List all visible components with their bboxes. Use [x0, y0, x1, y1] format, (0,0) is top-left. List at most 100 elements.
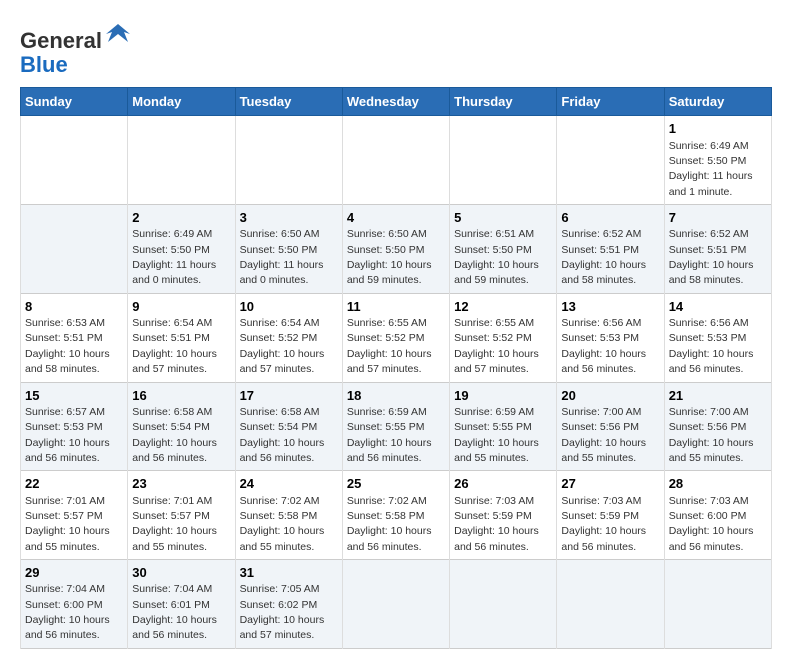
day-number: 27 — [561, 475, 659, 493]
calendar-cell: 19Sunrise: 6:59 AMSunset: 5:55 PMDayligh… — [450, 382, 557, 471]
day-number: 17 — [240, 387, 338, 405]
day-number: 14 — [669, 298, 767, 316]
day-info: Sunrise: 7:01 AMSunset: 5:57 PMDaylight:… — [132, 495, 217, 553]
day-number: 28 — [669, 475, 767, 493]
calendar-cell: 1Sunrise: 6:49 AMSunset: 5:50 PMDaylight… — [664, 116, 771, 205]
calendar-cell: 6Sunrise: 6:52 AMSunset: 5:51 PMDaylight… — [557, 205, 664, 294]
calendar-cell: 9Sunrise: 6:54 AMSunset: 5:51 PMDaylight… — [128, 293, 235, 382]
calendar-cell — [557, 560, 664, 649]
calendar-cell: 4Sunrise: 6:50 AMSunset: 5:50 PMDaylight… — [342, 205, 449, 294]
day-info: Sunrise: 7:00 AMSunset: 5:56 PMDaylight:… — [561, 406, 646, 464]
logo-bird-icon — [104, 20, 132, 48]
day-info: Sunrise: 6:59 AMSunset: 5:55 PMDaylight:… — [454, 406, 539, 464]
day-number: 24 — [240, 475, 338, 493]
day-info: Sunrise: 7:02 AMSunset: 5:58 PMDaylight:… — [240, 495, 325, 553]
day-info: Sunrise: 6:50 AMSunset: 5:50 PMDaylight:… — [347, 228, 432, 286]
empty-cell — [21, 116, 128, 205]
day-info: Sunrise: 7:03 AMSunset: 5:59 PMDaylight:… — [454, 495, 539, 553]
header-day-monday: Monday — [128, 88, 235, 116]
day-info: Sunrise: 7:02 AMSunset: 5:58 PMDaylight:… — [347, 495, 432, 553]
calendar-cell: 14Sunrise: 6:56 AMSunset: 5:53 PMDayligh… — [664, 293, 771, 382]
calendar-cell: 29Sunrise: 7:04 AMSunset: 6:00 PMDayligh… — [21, 560, 128, 649]
calendar-cell: 18Sunrise: 6:59 AMSunset: 5:55 PMDayligh… — [342, 382, 449, 471]
calendar-cell: 16Sunrise: 6:58 AMSunset: 5:54 PMDayligh… — [128, 382, 235, 471]
day-number: 7 — [669, 209, 767, 227]
day-number: 31 — [240, 564, 338, 582]
day-info: Sunrise: 7:04 AMSunset: 6:01 PMDaylight:… — [132, 583, 217, 641]
logo-general: General — [20, 28, 102, 53]
empty-cell — [450, 116, 557, 205]
header-day-friday: Friday — [557, 88, 664, 116]
day-number: 5 — [454, 209, 552, 227]
empty-cell — [128, 116, 235, 205]
logo: General Blue — [20, 20, 132, 77]
day-number: 21 — [669, 387, 767, 405]
day-number: 25 — [347, 475, 445, 493]
calendar-cell: 11Sunrise: 6:55 AMSunset: 5:52 PMDayligh… — [342, 293, 449, 382]
day-info: Sunrise: 6:52 AMSunset: 5:51 PMDaylight:… — [669, 228, 754, 286]
day-number: 23 — [132, 475, 230, 493]
empty-cell — [557, 116, 664, 205]
calendar-cell: 7Sunrise: 6:52 AMSunset: 5:51 PMDaylight… — [664, 205, 771, 294]
header-day-wednesday: Wednesday — [342, 88, 449, 116]
header-day-tuesday: Tuesday — [235, 88, 342, 116]
day-info: Sunrise: 7:04 AMSunset: 6:00 PMDaylight:… — [25, 583, 110, 641]
day-number: 13 — [561, 298, 659, 316]
header-row: SundayMondayTuesdayWednesdayThursdayFrid… — [21, 88, 772, 116]
calendar-cell: 24 Sunrise: 7:02 AMSunset: 5:58 PMDayligh… — [235, 471, 342, 560]
calendar-cell: 5Sunrise: 6:51 AMSunset: 5:50 PMDaylight… — [450, 205, 557, 294]
day-number: 8 — [25, 298, 123, 316]
header-day-saturday: Saturday — [664, 88, 771, 116]
day-number: 11 — [347, 298, 445, 316]
day-number: 20 — [561, 387, 659, 405]
calendar-cell: 8Sunrise: 6:53 AMSunset: 5:51 PMDaylight… — [21, 293, 128, 382]
day-info: Sunrise: 7:01 AMSunset: 5:57 PMDaylight:… — [25, 495, 110, 553]
calendar-cell: 23 Sunrise: 7:01 AMSunset: 5:57 PMDayligh… — [128, 471, 235, 560]
day-number: 29 — [25, 564, 123, 582]
day-number: 1 — [669, 120, 767, 138]
week-row: 22 Sunrise: 7:01 AMSunset: 5:57 PMDayligh… — [21, 471, 772, 560]
calendar-cell: 13Sunrise: 6:56 AMSunset: 5:53 PMDayligh… — [557, 293, 664, 382]
calendar-cell: 3Sunrise: 6:50 AMSunset: 5:50 PMDaylight… — [235, 205, 342, 294]
header-day-sunday: Sunday — [21, 88, 128, 116]
calendar-cell: 30Sunrise: 7:04 AMSunset: 6:01 PMDayligh… — [128, 560, 235, 649]
day-number: 3 — [240, 209, 338, 227]
day-info: Sunrise: 6:53 AMSunset: 5:51 PMDaylight:… — [25, 317, 110, 375]
calendar-cell: 2Sunrise: 6:49 AMSunset: 5:50 PMDaylight… — [128, 205, 235, 294]
page-header: General Blue — [20, 20, 772, 77]
day-info: Sunrise: 6:59 AMSunset: 5:55 PMDaylight:… — [347, 406, 432, 464]
calendar-cell: 22 Sunrise: 7:01 AMSunset: 5:57 PMDayligh… — [21, 471, 128, 560]
day-number: 9 — [132, 298, 230, 316]
day-number: 22 — [25, 475, 123, 493]
day-info: Sunrise: 6:50 AMSunset: 5:50 PMDaylight:… — [240, 228, 324, 286]
day-info: Sunrise: 6:58 AMSunset: 5:54 PMDaylight:… — [240, 406, 325, 464]
day-info: Sunrise: 6:51 AMSunset: 5:50 PMDaylight:… — [454, 228, 539, 286]
calendar-table: SundayMondayTuesdayWednesdayThursdayFrid… — [20, 87, 772, 649]
calendar-cell: 27Sunrise: 7:03 AMSunset: 5:59 PMDayligh… — [557, 471, 664, 560]
calendar-cell: 20Sunrise: 7:00 AMSunset: 5:56 PMDayligh… — [557, 382, 664, 471]
day-info: Sunrise: 6:49 AMSunset: 5:50 PMDaylight:… — [132, 228, 216, 286]
day-number: 26 — [454, 475, 552, 493]
day-info: Sunrise: 6:56 AMSunset: 5:53 PMDaylight:… — [561, 317, 646, 375]
day-info: Sunrise: 6:54 AMSunset: 5:52 PMDaylight:… — [240, 317, 325, 375]
day-info: Sunrise: 6:57 AMSunset: 5:53 PMDaylight:… — [25, 406, 110, 464]
day-number: 30 — [132, 564, 230, 582]
calendar-cell — [450, 560, 557, 649]
day-info: Sunrise: 7:03 AMSunset: 6:00 PMDaylight:… — [669, 495, 754, 553]
calendar-cell: 12Sunrise: 6:55 AMSunset: 5:52 PMDayligh… — [450, 293, 557, 382]
day-info: Sunrise: 6:55 AMSunset: 5:52 PMDaylight:… — [347, 317, 432, 375]
calendar-cell: 28 Sunrise: 7:03 AMSunset: 6:00 PMDayligh… — [664, 471, 771, 560]
day-number: 10 — [240, 298, 338, 316]
day-info: Sunrise: 6:52 AMSunset: 5:51 PMDaylight:… — [561, 228, 646, 286]
calendar-cell: 25 Sunrise: 7:02 AMSunset: 5:58 PMDayligh… — [342, 471, 449, 560]
empty-cell — [235, 116, 342, 205]
calendar-cell: 26 Sunrise: 7:03 AMSunset: 5:59 PMDayligh… — [450, 471, 557, 560]
day-number: 19 — [454, 387, 552, 405]
day-info: Sunrise: 7:00 AMSunset: 5:56 PMDaylight:… — [669, 406, 754, 464]
day-number: 6 — [561, 209, 659, 227]
empty-cell — [21, 205, 128, 294]
week-row: 15Sunrise: 6:57 AMSunset: 5:53 PMDayligh… — [21, 382, 772, 471]
week-row: 1Sunrise: 6:49 AMSunset: 5:50 PMDaylight… — [21, 116, 772, 205]
calendar-cell — [664, 560, 771, 649]
day-info: Sunrise: 6:54 AMSunset: 5:51 PMDaylight:… — [132, 317, 217, 375]
